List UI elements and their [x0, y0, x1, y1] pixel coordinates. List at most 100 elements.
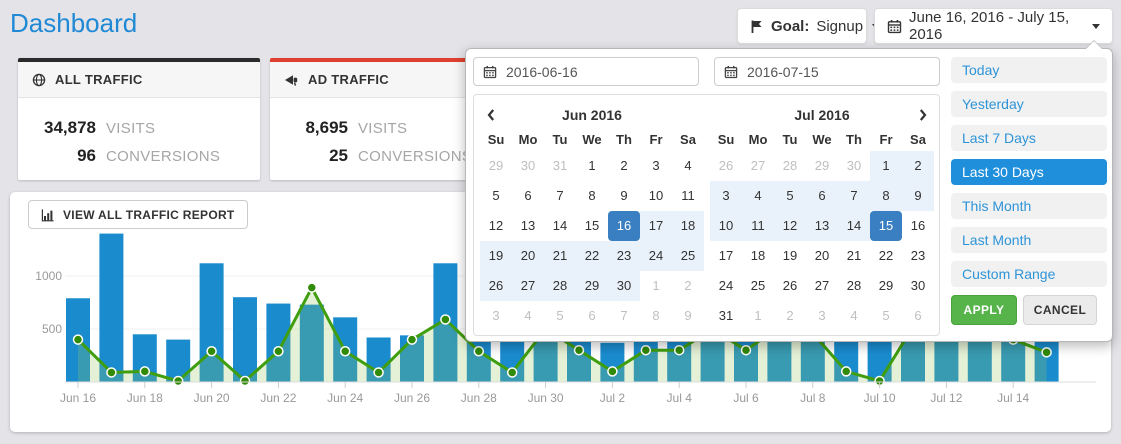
day-cell[interactable]: 26 [774, 271, 806, 301]
day-cell[interactable]: 26 [480, 271, 512, 301]
day-cell[interactable]: 2 [608, 151, 640, 181]
day-cell[interactable]: 7 [838, 181, 870, 211]
day-cell[interactable]: 5 [870, 301, 902, 331]
preset-last-7-days[interactable]: Last 7 Days [951, 125, 1107, 151]
day-cell[interactable]: 2 [902, 151, 934, 181]
day-cell[interactable]: 28 [774, 151, 806, 181]
day-cell[interactable]: 12 [480, 211, 512, 241]
day-cell[interactable]: 17 [710, 241, 742, 271]
day-cell[interactable]: 27 [742, 151, 774, 181]
day-cell[interactable]: 31 [544, 151, 576, 181]
day-cell[interactable]: 26 [710, 151, 742, 181]
day-cell[interactable]: 15 [870, 211, 902, 241]
day-cell[interactable]: 4 [672, 151, 704, 181]
day-cell[interactable]: 27 [512, 271, 544, 301]
day-cell[interactable]: 13 [806, 211, 838, 241]
day-cell[interactable]: 5 [480, 181, 512, 211]
day-cell[interactable]: 12 [774, 211, 806, 241]
day-cell[interactable]: 6 [512, 181, 544, 211]
preset-last-30-days[interactable]: Last 30 Days [951, 159, 1107, 185]
day-cell[interactable]: 29 [870, 271, 902, 301]
day-cell[interactable]: 6 [806, 181, 838, 211]
day-cell[interactable]: 5 [774, 181, 806, 211]
day-cell[interactable]: 23 [608, 241, 640, 271]
day-cell[interactable]: 18 [742, 241, 774, 271]
day-cell[interactable]: 7 [608, 301, 640, 331]
day-cell[interactable]: 1 [870, 151, 902, 181]
next-month-icon[interactable] [912, 101, 934, 129]
day-cell[interactable]: 22 [870, 241, 902, 271]
day-cell[interactable]: 8 [640, 301, 672, 331]
day-cell[interactable]: 13 [512, 211, 544, 241]
day-cell[interactable]: 29 [806, 151, 838, 181]
day-cell[interactable]: 11 [742, 211, 774, 241]
day-cell[interactable]: 10 [640, 181, 672, 211]
day-cell[interactable]: 20 [512, 241, 544, 271]
day-cell[interactable]: 24 [640, 241, 672, 271]
day-cell[interactable]: 6 [576, 301, 608, 331]
view-all-traffic-report-button[interactable]: VIEW ALL TRAFFIC REPORT [28, 200, 248, 229]
day-cell[interactable]: 30 [608, 271, 640, 301]
day-cell[interactable]: 30 [838, 151, 870, 181]
day-cell[interactable]: 20 [806, 241, 838, 271]
day-cell[interactable]: 28 [544, 271, 576, 301]
day-cell[interactable]: 11 [672, 181, 704, 211]
day-cell[interactable]: 4 [742, 181, 774, 211]
day-cell[interactable]: 6 [902, 301, 934, 331]
apply-button[interactable]: APPLY [951, 295, 1017, 325]
day-cell[interactable]: 3 [480, 301, 512, 331]
day-cell[interactable]: 9 [672, 301, 704, 331]
day-cell[interactable]: 18 [672, 211, 704, 241]
start-date-input[interactable] [504, 63, 689, 81]
preset-this-month[interactable]: This Month [951, 193, 1107, 219]
day-cell[interactable]: 24 [710, 271, 742, 301]
day-cell[interactable]: 29 [480, 151, 512, 181]
day-cell[interactable]: 3 [640, 151, 672, 181]
preset-today[interactable]: Today [951, 57, 1107, 83]
end-date-input[interactable] [745, 63, 930, 81]
day-cell[interactable]: 15 [576, 211, 608, 241]
day-cell[interactable]: 9 [902, 181, 934, 211]
preset-custom-range[interactable]: Custom Range [951, 261, 1107, 287]
prev-month-icon[interactable] [480, 101, 502, 129]
goal-dropdown-button[interactable]: Goal: Signup [737, 8, 867, 44]
day-cell[interactable]: 10 [710, 211, 742, 241]
day-cell[interactable]: 7 [544, 181, 576, 211]
cancel-button[interactable]: CANCEL [1023, 295, 1097, 325]
day-cell[interactable]: 28 [838, 271, 870, 301]
day-cell[interactable]: 31 [710, 301, 742, 331]
day-cell[interactable]: 3 [710, 181, 742, 211]
day-cell[interactable]: 16 [902, 211, 934, 241]
preset-yesterday[interactable]: Yesterday [951, 91, 1107, 117]
day-cell[interactable]: 23 [902, 241, 934, 271]
day-cell[interactable]: 22 [576, 241, 608, 271]
day-cell[interactable]: 3 [806, 301, 838, 331]
day-cell[interactable]: 5 [544, 301, 576, 331]
day-cell[interactable]: 14 [544, 211, 576, 241]
day-cell[interactable]: 25 [742, 271, 774, 301]
day-cell[interactable]: 14 [838, 211, 870, 241]
day-cell[interactable]: 30 [902, 271, 934, 301]
day-cell[interactable]: 9 [608, 181, 640, 211]
preset-last-month[interactable]: Last Month [951, 227, 1107, 253]
day-cell[interactable]: 19 [480, 241, 512, 271]
day-cell[interactable]: 30 [512, 151, 544, 181]
day-cell[interactable]: 4 [512, 301, 544, 331]
day-cell[interactable]: 21 [544, 241, 576, 271]
day-cell[interactable]: 1 [576, 151, 608, 181]
date-range-button[interactable]: June 16, 2016 - July 15, 2016 [874, 8, 1113, 44]
day-cell[interactable]: 29 [576, 271, 608, 301]
day-cell[interactable]: 1 [742, 301, 774, 331]
day-cell[interactable]: 27 [806, 271, 838, 301]
day-cell[interactable]: 2 [672, 271, 704, 301]
day-cell[interactable]: 17 [640, 211, 672, 241]
day-cell[interactable]: 8 [870, 181, 902, 211]
day-cell[interactable]: 16 [608, 211, 640, 241]
day-cell[interactable]: 21 [838, 241, 870, 271]
day-cell[interactable]: 1 [640, 271, 672, 301]
day-cell[interactable]: 4 [838, 301, 870, 331]
day-cell[interactable]: 19 [774, 241, 806, 271]
day-cell[interactable]: 2 [774, 301, 806, 331]
day-cell[interactable]: 25 [672, 241, 704, 271]
day-cell[interactable]: 8 [576, 181, 608, 211]
